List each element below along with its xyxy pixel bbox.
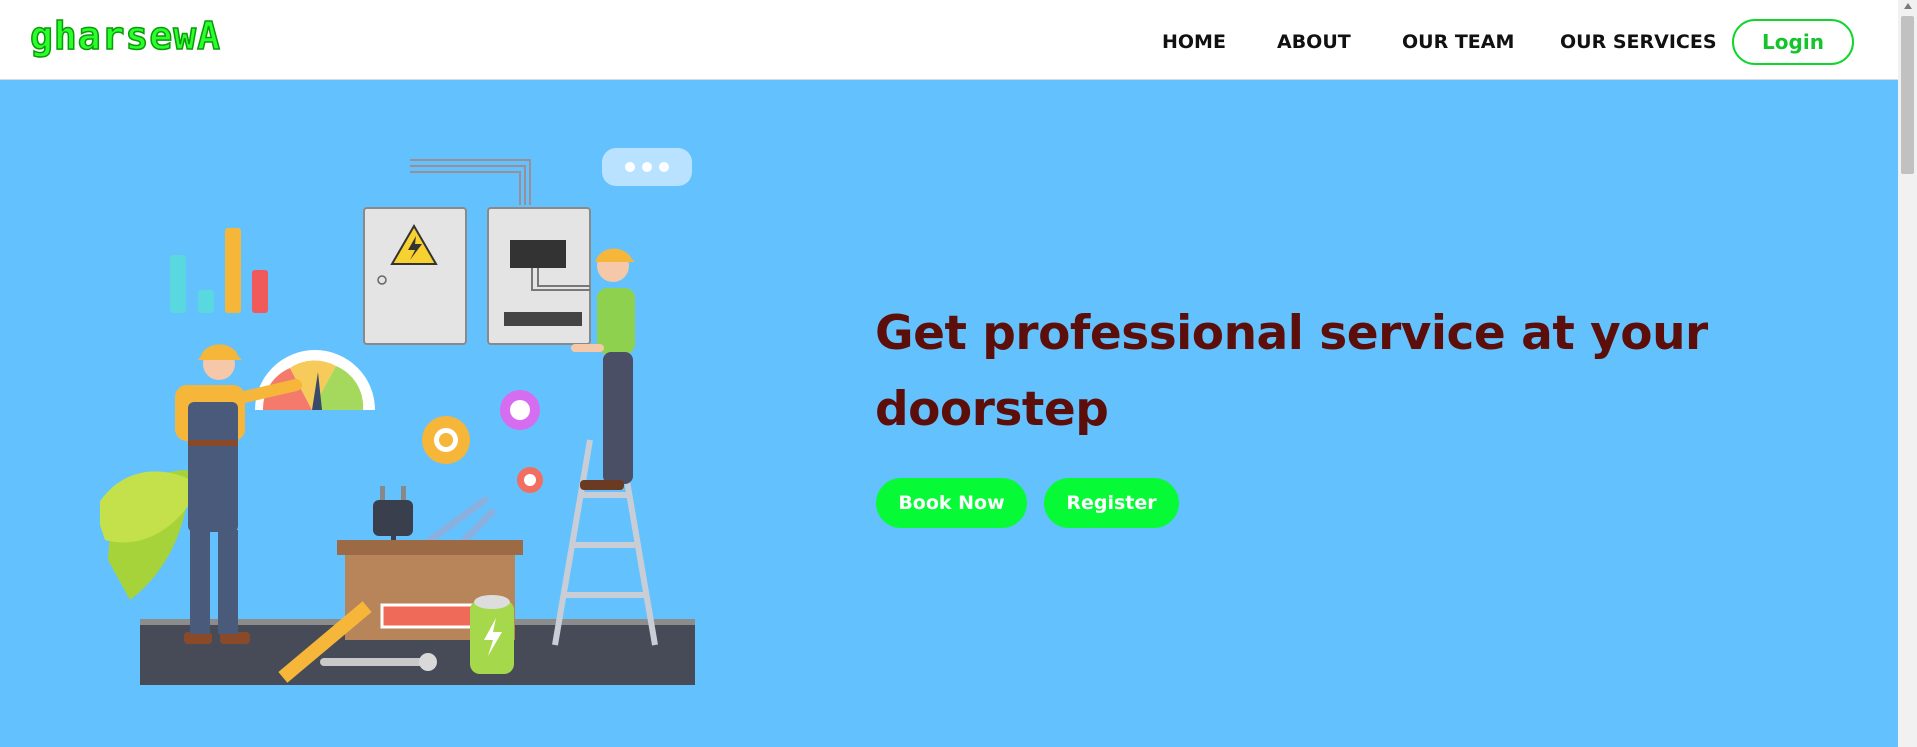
cable-wires bbox=[410, 159, 531, 205]
nav-home[interactable]: HOME bbox=[1162, 31, 1226, 53]
scroll-up-arrow-icon[interactable] bbox=[1904, 3, 1912, 9]
chat-bubble-icon bbox=[602, 148, 692, 186]
gear-icons bbox=[422, 390, 543, 493]
hero-headline: Get professional service at your doorste… bbox=[875, 306, 1708, 437]
site-logo[interactable]: gharsewA bbox=[29, 13, 221, 59]
page-scrollbar[interactable] bbox=[1898, 0, 1917, 747]
register-button[interactable]: Register bbox=[1044, 478, 1179, 528]
electric-panel-warning bbox=[363, 207, 467, 345]
scrollbar-thumb[interactable] bbox=[1901, 16, 1914, 174]
electrician-standing bbox=[175, 344, 302, 644]
nav-our-services[interactable]: OUR SERVICES bbox=[1560, 31, 1717, 53]
battery-icon bbox=[470, 595, 514, 674]
gauge-meter-icon bbox=[255, 350, 375, 410]
electric-panel-breakers bbox=[487, 207, 591, 345]
leaf-plant bbox=[100, 470, 200, 600]
bar-chart-icon bbox=[170, 228, 268, 313]
top-navbar: gharsewA HOME ABOUT OUR TEAM OUR SERVICE… bbox=[0, 0, 1898, 80]
nav-about[interactable]: ABOUT bbox=[1277, 31, 1351, 53]
electricians-illustration bbox=[100, 148, 695, 685]
nav-our-team[interactable]: OUR TEAM bbox=[1402, 31, 1514, 53]
book-now-button[interactable]: Book Now bbox=[876, 478, 1027, 528]
login-button[interactable]: Login bbox=[1732, 19, 1854, 65]
